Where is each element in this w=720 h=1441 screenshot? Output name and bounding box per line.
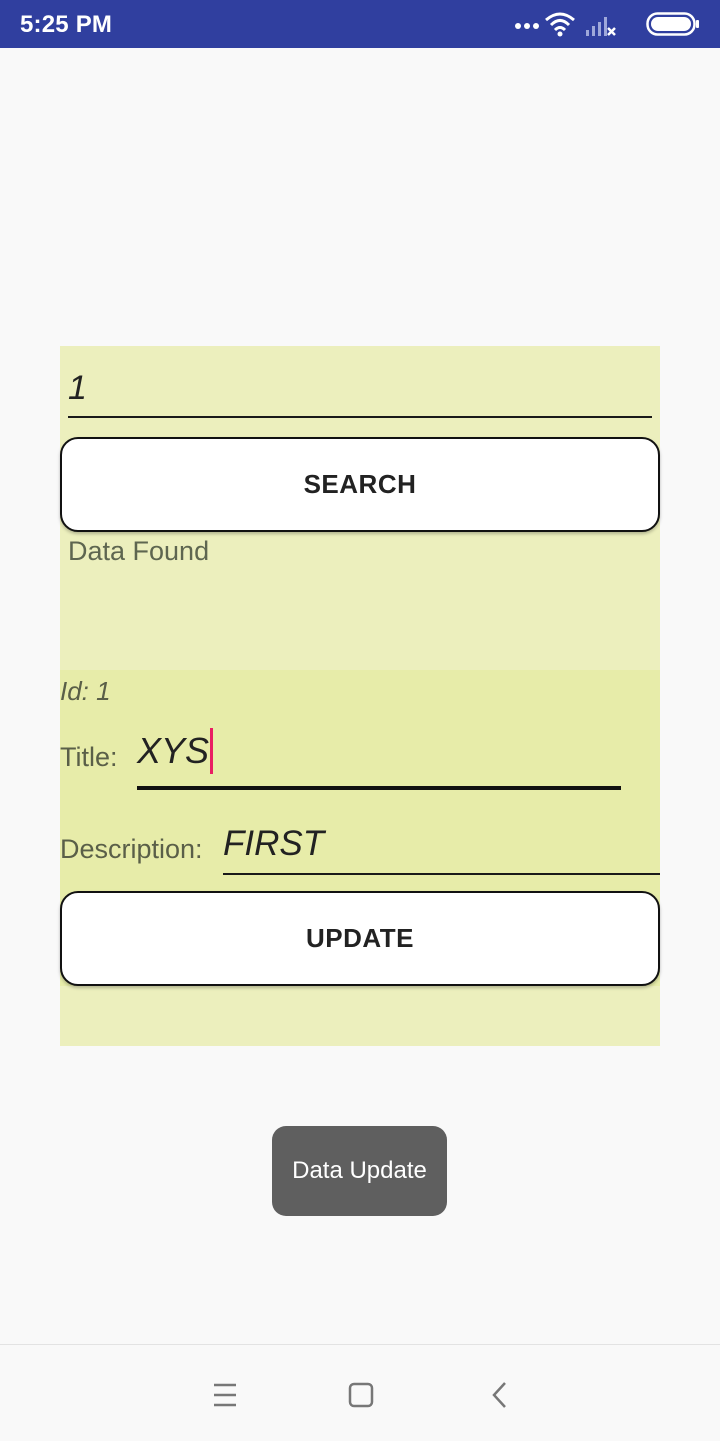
form-panel: SEARCH Data Found Id: 1 Title: XYS Descr… (60, 346, 660, 1046)
title-label: Title: (60, 742, 118, 772)
search-input[interactable] (68, 366, 652, 418)
title-input-value: XYS (137, 728, 214, 776)
title-input[interactable]: XYS (137, 726, 621, 790)
search-result-text: Data Found (68, 536, 210, 566)
description-input[interactable]: FIRST (223, 818, 660, 875)
back-icon[interactable] (480, 1375, 520, 1415)
menu-icon[interactable] (205, 1375, 245, 1415)
update-button[interactable]: UPDATE (60, 891, 660, 986)
text-caret (210, 728, 214, 775)
navigation-bar (0, 1344, 720, 1441)
battery-icon (646, 12, 699, 36)
search-button[interactable]: SEARCH (60, 437, 660, 532)
more-dots-icon (515, 23, 539, 29)
signal-no-service-icon (586, 17, 616, 36)
status-bar: 5:25 PM (0, 0, 720, 48)
title-value-text: XYS (137, 730, 210, 771)
wifi-icon (545, 12, 575, 37)
record-id: Id: 1 (60, 676, 111, 706)
status-time: 5:25 PM (20, 11, 113, 38)
home-icon[interactable] (341, 1375, 381, 1415)
description-label: Description: (60, 834, 203, 864)
toast-message: Data Update (272, 1126, 447, 1216)
description-value-text: FIRST (223, 824, 325, 863)
